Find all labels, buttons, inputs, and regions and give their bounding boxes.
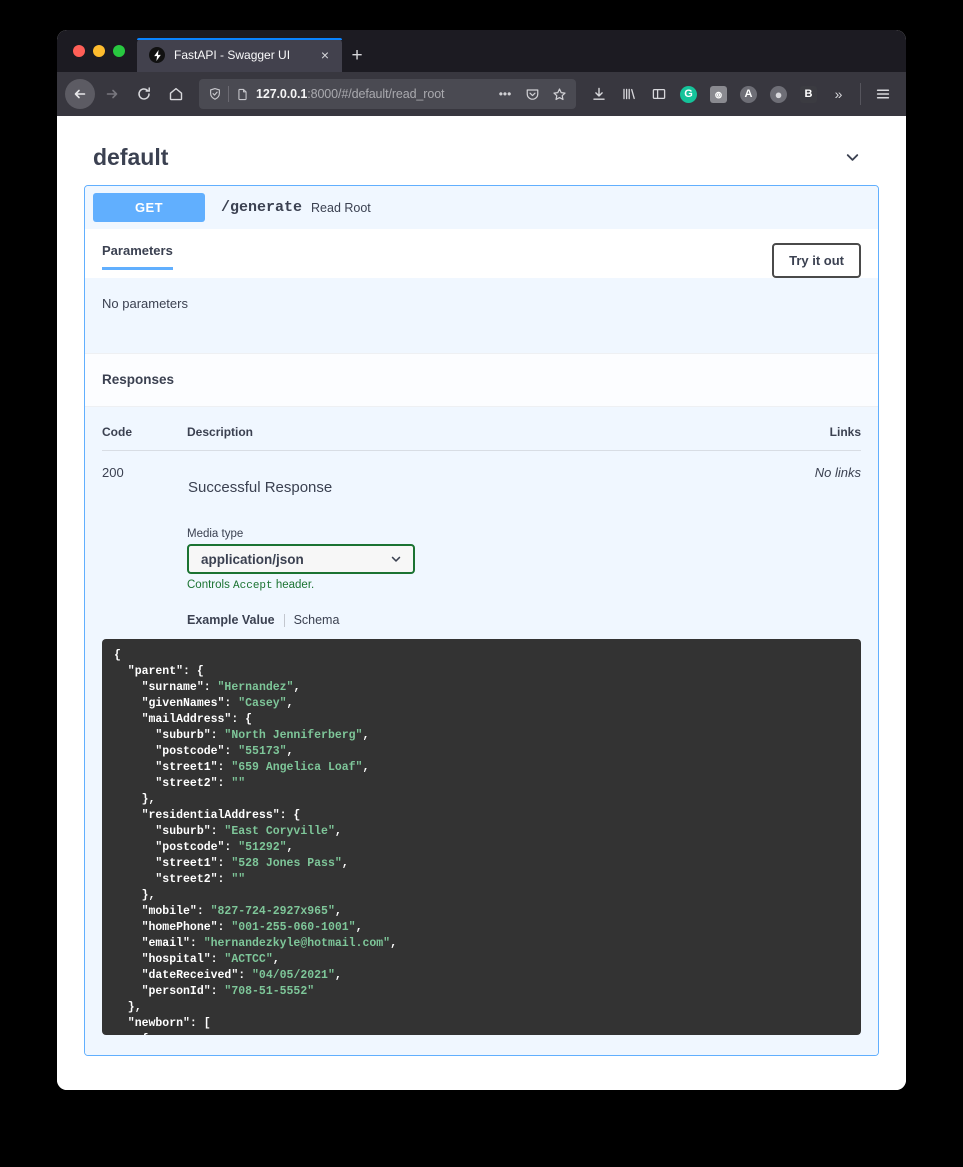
- minimize-window-button[interactable]: [93, 45, 105, 57]
- responses-title: Responses: [102, 372, 175, 387]
- url-bar-actions: •••: [492, 81, 572, 107]
- media-type-select[interactable]: application/json: [187, 544, 415, 574]
- operation-path: /generate: [221, 199, 303, 216]
- example-value-code-block[interactable]: { "parent": { "surname": "Hernandez", "g…: [102, 639, 861, 1035]
- page-actions-icon[interactable]: •••: [492, 81, 518, 107]
- column-header-description: Description: [187, 407, 751, 451]
- shield-icon[interactable]: [206, 87, 223, 101]
- sidebar-icon[interactable]: [644, 79, 673, 109]
- window-traffic-lights: [67, 30, 137, 72]
- operation-body: Parameters Try it out No parameters Resp…: [85, 229, 878, 1055]
- tab-example-value[interactable]: Example Value: [187, 613, 275, 627]
- controls-suffix: header.: [275, 579, 315, 591]
- overflow-chevrons-icon[interactable]: »: [824, 79, 853, 109]
- new-tab-button[interactable]: +: [342, 38, 372, 72]
- back-button[interactable]: [65, 79, 95, 109]
- table-row: 200 Successful Response Media type appli…: [102, 451, 861, 627]
- controls-prefix: Controls: [187, 579, 230, 591]
- url-host: 127.0.0.1: [256, 87, 308, 101]
- app-menu-button[interactable]: [868, 79, 898, 109]
- toolbar-divider: [860, 83, 861, 105]
- home-button[interactable]: [161, 79, 191, 109]
- responses-header: Responses: [85, 353, 878, 407]
- bitwarden-icon[interactable]: B: [794, 79, 823, 109]
- tab-strip: FastAPI - Swagger UI × +: [57, 30, 906, 72]
- column-header-links: Links: [751, 407, 861, 451]
- responses-table: Code Description Links 200 Successful Re…: [102, 407, 861, 627]
- parameters-header: Parameters Try it out: [85, 229, 878, 278]
- http-method-badge: GET: [93, 193, 205, 222]
- page-icon: [234, 88, 251, 101]
- tag-section-header[interactable]: default: [57, 116, 906, 185]
- close-window-button[interactable]: [73, 45, 85, 57]
- controls-accept-note: Controls Accept header.: [187, 579, 751, 592]
- tab-schema[interactable]: Schema: [294, 613, 340, 627]
- example-schema-tabs: Example Value Schema: [187, 613, 751, 627]
- browser-tab[interactable]: FastAPI - Swagger UI ×: [137, 38, 342, 72]
- controls-accept-code: Accept: [233, 580, 273, 592]
- operation-summary-text: Read Root: [311, 200, 371, 215]
- privacy-badger-icon[interactable]: ●: [764, 79, 793, 109]
- maximize-window-button[interactable]: [113, 45, 125, 57]
- parameters-body: No parameters: [85, 278, 878, 353]
- star-icon[interactable]: [546, 81, 572, 107]
- column-header-code: Code: [102, 407, 187, 451]
- adblock-icon[interactable]: A: [734, 79, 763, 109]
- operation-summary[interactable]: GET /generate Read Root: [85, 186, 878, 229]
- try-it-out-button[interactable]: Try it out: [772, 243, 861, 278]
- reload-button[interactable]: [129, 79, 159, 109]
- navigation-toolbar: 127.0.0.1:8000/#/default/read_root ••• G…: [57, 72, 906, 116]
- forward-button[interactable]: [97, 79, 127, 109]
- response-description-cell: Successful Response Media type applicati…: [187, 451, 751, 627]
- media-type-label: Media type: [187, 528, 244, 540]
- extension-toolbar: G ๏ A ● B »: [584, 79, 853, 109]
- tab-parameters[interactable]: Parameters: [102, 243, 173, 270]
- extension-figure-icon[interactable]: ๏: [704, 79, 733, 109]
- tabs-divider: [283, 613, 285, 627]
- response-code: 200: [102, 465, 124, 480]
- close-tab-button[interactable]: ×: [316, 46, 334, 64]
- example-json: { "parent": { "surname": "Hernandez", "g…: [114, 649, 397, 1035]
- chevron-down-icon: [389, 552, 403, 566]
- operations-wrap: GET /generate Read Root Parameters Try i…: [57, 185, 906, 1056]
- url-rest: :8000/#/default/read_root: [307, 87, 445, 101]
- responses-body: Code Description Links 200 Successful Re…: [85, 407, 878, 1055]
- tab-title: FastAPI - Swagger UI: [174, 48, 291, 62]
- lightning-bolt-icon: [149, 47, 165, 63]
- url-bar[interactable]: 127.0.0.1:8000/#/default/read_root •••: [199, 79, 576, 109]
- browser-window: FastAPI - Swagger UI × + 127.0.0.1:8000/…: [57, 30, 906, 1090]
- response-links: No links: [814, 465, 861, 480]
- no-parameters-text: No parameters: [102, 296, 188, 311]
- swagger-ui-page: default GET /generate Read Root Paramete…: [57, 116, 906, 1090]
- library-icon[interactable]: [614, 79, 643, 109]
- chevron-down-icon[interactable]: [835, 144, 870, 171]
- table-header-row: Code Description Links: [102, 407, 861, 451]
- grammarly-icon[interactable]: G: [674, 79, 703, 109]
- media-type-value: application/json: [201, 551, 304, 567]
- downloads-icon[interactable]: [584, 79, 613, 109]
- response-description: Successful Response: [188, 479, 333, 496]
- url-text[interactable]: 127.0.0.1:8000/#/default/read_root: [256, 87, 487, 101]
- url-divider: [228, 86, 229, 102]
- pocket-icon[interactable]: [519, 81, 545, 107]
- operation-block-get-generate: GET /generate Read Root Parameters Try i…: [84, 185, 879, 1056]
- page-title: default: [93, 144, 169, 170]
